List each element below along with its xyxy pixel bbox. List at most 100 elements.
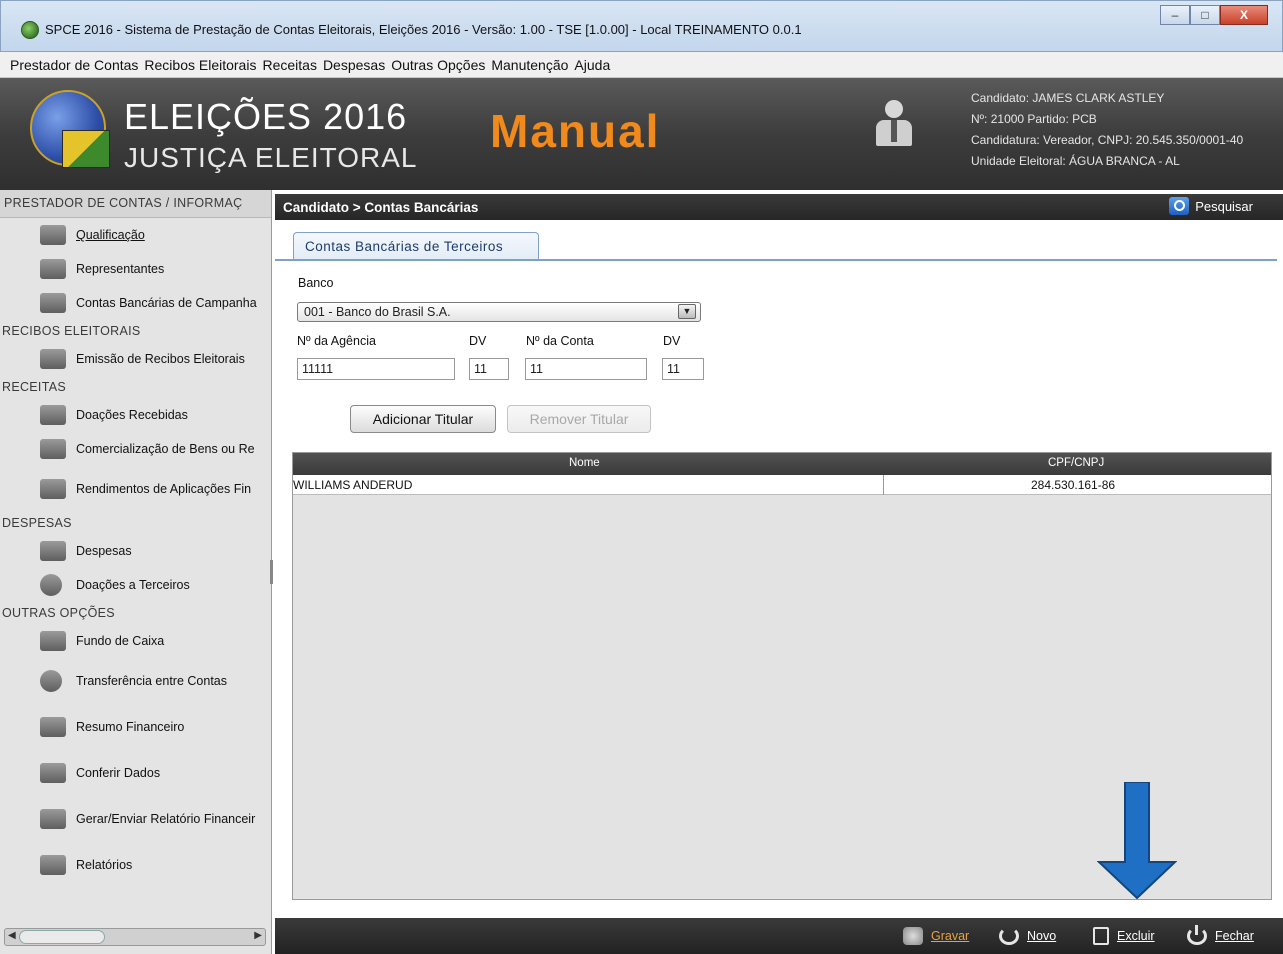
dv-agencia-label: DV <box>469 334 487 348</box>
sidebar-item-label: Conferir Dados <box>76 766 161 780</box>
sidebar-item-relatorios[interactable]: Relatórios <box>0 842 271 888</box>
column-divider <box>883 475 884 495</box>
close-window-button[interactable]: X <box>1220 5 1268 25</box>
sidebar-item-label: Transferência entre Contas <box>76 674 228 688</box>
sidebar-item-label: Emissão de Recibos Eleitorais <box>76 352 245 366</box>
menu-receitas[interactable]: Receitas <box>262 57 316 73</box>
sidebar: PRESTADOR DE CONTAS / INFORMAÇ Qualifica… <box>0 190 272 954</box>
sidebar-item-label: Fundo de Caixa <box>76 634 165 648</box>
people-icon <box>40 259 66 279</box>
sidebar-item-rendimentos[interactable]: Rendimentos de Aplicações Fin <box>0 466 271 512</box>
document-icon <box>40 717 66 737</box>
cash-register-icon <box>40 541 66 561</box>
banco-label: Banco <box>298 276 334 290</box>
maximize-button[interactable]: □ <box>1190 5 1220 25</box>
tab-divider <box>275 259 1277 261</box>
sidebar-item-label: Doações Recebidas <box>76 408 188 422</box>
table-header: Nome CPF/CNPJ <box>293 453 1271 475</box>
window-titlebar: SPCE 2016 - Sistema de Prestação de Cont… <box>0 0 1283 52</box>
sidebar-item-comercializacao[interactable]: Comercialização de Bens ou Re <box>0 432 271 466</box>
scroll-left-icon[interactable]: ◀ <box>8 930 16 941</box>
menu-bar: Prestador de Contas Recibos Eleitorais R… <box>0 52 1283 78</box>
menu-outras-opcoes[interactable]: Outras Opções <box>391 57 485 73</box>
flag-logo-icon <box>62 130 110 168</box>
sidebar-item-doacoes-terceiros[interactable]: Doações a Terceiros <box>0 568 271 602</box>
power-icon <box>1187 925 1207 945</box>
sidebar-item-doacoes-recebidas[interactable]: Doações Recebidas <box>0 398 271 432</box>
column-header-cpf-cnpj[interactable]: CPF/CNPJ <box>1048 457 1104 469</box>
sidebar-item-label: Comercialização de Bens ou Re <box>76 442 255 456</box>
dv-conta-field[interactable]: 11 <box>662 358 704 380</box>
down-arrow-indicator <box>1097 782 1177 900</box>
sidebar-section-recibos: RECIBOS ELEITORAIS <box>2 324 141 338</box>
goods-icon <box>40 439 66 459</box>
candidate-candidacy: Candidatura: Vereador, CNPJ: 20.545.350/… <box>971 133 1244 147</box>
sidebar-section-despesas: DESPESAS <box>2 516 72 530</box>
bank-icon <box>40 293 66 313</box>
sidebar-item-label: Qualificação <box>76 228 145 242</box>
search-label: Pesquisar <box>1195 198 1253 214</box>
remove-titular-button[interactable]: Remover Titular <box>507 405 651 433</box>
candidate-person-icon <box>876 100 912 148</box>
menu-despesas[interactable]: Despesas <box>323 57 385 73</box>
sidebar-item-label: Relatórios <box>76 858 133 872</box>
sidebar-item-label: Despesas <box>76 544 132 558</box>
agencia-label: Nº da Agência <box>297 334 376 348</box>
fechar-button[interactable]: Fechar <box>1187 925 1254 945</box>
conta-field[interactable]: 11 <box>525 358 647 380</box>
mode-label: Manual <box>490 105 661 157</box>
sidebar-item-despesas[interactable]: Despesas <box>0 534 271 568</box>
gravar-button[interactable]: Gravar <box>903 927 969 945</box>
sidebar-item-conferir[interactable]: Conferir Dados <box>0 750 271 796</box>
sidebar-horizontal-scrollbar[interactable]: ◀ ▶ <box>4 928 266 946</box>
tab-contas-bancarias-terceiros[interactable]: Contas Bancárias de Terceiros <box>293 232 539 260</box>
save-icon <box>903 927 923 945</box>
header-banner: ELEIÇÕES 2016 JUSTIÇA ELEITORAL Manual C… <box>0 78 1283 190</box>
excluir-button[interactable]: Excluir <box>1093 927 1155 945</box>
chart-icon <box>40 479 66 499</box>
app-globe-icon <box>21 21 39 39</box>
banco-select-value: 001 - Banco do Brasil S.A. <box>304 305 451 319</box>
piggy-bank-icon <box>40 405 66 425</box>
window-title: SPCE 2016 - Sistema de Prestação de Cont… <box>45 22 802 37</box>
brand-title: ELEIÇÕES 2016 <box>124 96 408 137</box>
sidebar-item-gerar-enviar[interactable]: Gerar/Enviar Relatório Financeir <box>0 796 271 842</box>
menu-recibos-eleitorais[interactable]: Recibos Eleitorais <box>144 57 256 73</box>
spellcheck-icon <box>40 763 66 783</box>
sidebar-item-fundo-caixa[interactable]: Fundo de Caixa <box>0 624 271 658</box>
dv-agencia-field[interactable]: 11 <box>469 358 509 380</box>
menu-manutencao[interactable]: Manutenção <box>491 57 568 73</box>
novo-button[interactable]: Novo <box>999 927 1056 945</box>
menu-ajuda[interactable]: Ajuda <box>574 57 610 73</box>
sidebar-item-label: Doações a Terceiros <box>76 578 190 592</box>
menu-prestador-de-contas[interactable]: Prestador de Contas <box>10 57 138 73</box>
cash-box-icon <box>40 631 66 651</box>
search-button[interactable]: Pesquisar <box>1169 197 1253 215</box>
scrollbar-thumb[interactable] <box>19 930 105 944</box>
banco-select[interactable]: 001 - Banco do Brasil S.A. ▼ <box>297 302 701 322</box>
breadcrumb-bar: Candidato > Contas Bancárias Pesquisar <box>275 194 1283 220</box>
add-titular-button[interactable]: Adicionar Titular <box>350 405 496 433</box>
scroll-right-icon[interactable]: ▶ <box>254 930 262 941</box>
table-row[interactable]: WILLIAMS ANDERUD 284.530.161-86 <box>293 475 1271 495</box>
sidebar-section-prestador: PRESTADOR DE CONTAS / INFORMAÇ <box>0 190 271 218</box>
sidebar-item-representantes[interactable]: Representantes <box>0 252 271 286</box>
sidebar-item-contas-bancarias[interactable]: Contas Bancárias de Campanha <box>0 286 271 320</box>
agencia-field[interactable]: 11111 <box>297 358 455 380</box>
sidebar-item-label: Representantes <box>76 262 165 276</box>
sidebar-item-transferencia[interactable]: Transferência entre Contas <box>0 658 271 704</box>
fechar-label: Fechar <box>1215 929 1254 943</box>
dropdown-arrow-icon[interactable]: ▼ <box>678 304 696 319</box>
sidebar-item-emissao-recibos[interactable]: Emissão de Recibos Eleitorais <box>0 342 271 376</box>
sidebar-item-qualificacao[interactable]: Qualificação <box>0 218 271 252</box>
search-icon <box>1169 197 1190 215</box>
candidate-number-party: Nº: 21000 Partido: PCB <box>971 112 1097 126</box>
candidate-info: Candidato: JAMES CLARK ASTLEY Nº: 21000 … <box>971 88 1243 172</box>
minimize-button[interactable]: – <box>1160 5 1190 25</box>
column-header-nome[interactable]: Nome <box>569 457 600 469</box>
panel-splitter[interactable] <box>270 560 273 584</box>
window-controls: – □ X <box>1160 5 1268 25</box>
coin-icon <box>40 574 62 596</box>
sidebar-item-resumo[interactable]: Resumo Financeiro <box>0 704 271 750</box>
main-content: Candidato > Contas Bancárias Pesquisar C… <box>275 190 1283 954</box>
